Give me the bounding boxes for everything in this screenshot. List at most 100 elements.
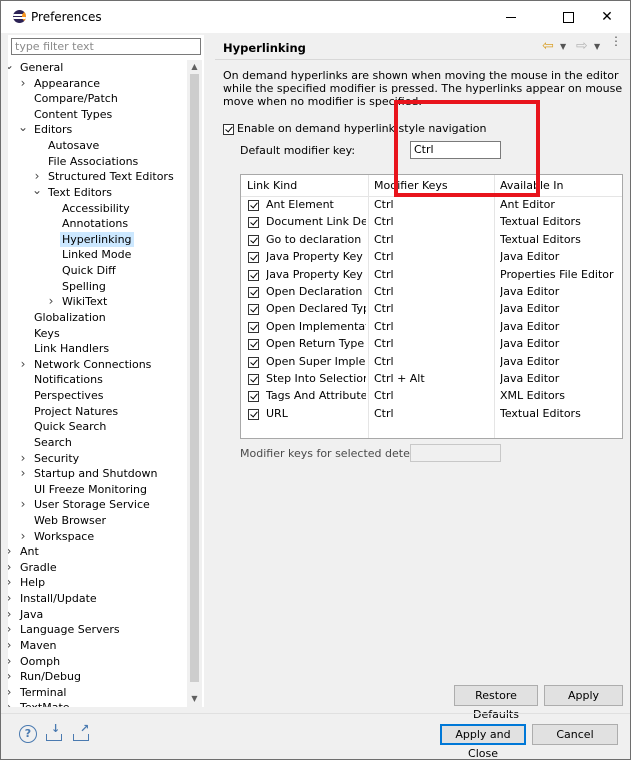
chevron-right-icon[interactable]: ›	[46, 295, 56, 308]
chevron-right-icon[interactable]: ›	[8, 545, 14, 558]
minimize-button[interactable]	[488, 3, 534, 31]
back-dropdown-icon[interactable]: ▼	[560, 42, 566, 51]
chevron-right-icon[interactable]: ›	[18, 467, 28, 480]
tree-item[interactable]: Link Handlers	[34, 341, 109, 356]
tree-item[interactable]: File Associations	[48, 154, 138, 169]
tree-item[interactable]: Hyperlinking	[60, 231, 134, 247]
row-checkbox[interactable]	[248, 374, 259, 385]
tree-item[interactable]: Workspace	[34, 529, 94, 544]
chevron-right-icon[interactable]: ›	[18, 451, 28, 465]
table-row[interactable]: Open Declaration Ctrl Java Editor	[241, 284, 622, 301]
tree-item[interactable]: User Storage Service	[34, 497, 150, 512]
tree-item[interactable]: Spelling	[62, 279, 106, 294]
cancel-button[interactable]: Cancel	[532, 724, 618, 745]
table-row[interactable]: Open Return Type Ctrl Java Editor	[241, 336, 622, 353]
tree-item[interactable]: Terminal	[20, 685, 67, 700]
tree-item[interactable]: Web Browser	[34, 513, 106, 528]
row-checkbox[interactable]	[248, 391, 259, 403]
row-checkbox[interactable]	[248, 356, 259, 368]
table-row[interactable]: Go to declaration Ctrl Textual Editors	[241, 232, 622, 249]
import-icon[interactable]: ↓	[46, 722, 64, 741]
forward-arrow-icon[interactable]: ⇨	[576, 38, 588, 54]
tree-item[interactable]: Linked Mode	[62, 247, 131, 262]
chevron-right-icon[interactable]: ›	[18, 529, 28, 543]
chevron-right-icon[interactable]: ›	[8, 670, 14, 683]
tree-item[interactable]: Project Natures	[34, 404, 118, 419]
row-checkbox[interactable]	[248, 408, 259, 420]
tree-item[interactable]: Notifications	[34, 372, 103, 387]
export-icon[interactable]: ↗	[73, 722, 91, 741]
chevron-right-icon[interactable]: ›	[8, 623, 14, 636]
chevron-down-icon[interactable]: ⌄	[32, 184, 42, 196]
chevron-right-icon[interactable]: ›	[18, 76, 28, 90]
apply-and-close-button[interactable]: Apply and Close	[440, 724, 526, 759]
tree-item[interactable]: Language Servers	[20, 622, 120, 637]
table-row[interactable]: Tags And Attributes Ctrl XML Editors	[241, 388, 622, 405]
tree-item[interactable]: UI Freeze Monitoring	[34, 482, 147, 497]
tree-item[interactable]: Appearance	[34, 76, 100, 91]
tree-item[interactable]: Help	[20, 575, 45, 590]
tree-item[interactable]: Java	[20, 607, 43, 622]
tree-scrollbar[interactable]: ▲ ▼	[187, 60, 202, 707]
forward-dropdown-icon[interactable]: ▼	[594, 42, 600, 51]
tree-item[interactable]: Keys	[34, 326, 60, 341]
table-row[interactable]: URL Ctrl Textual Editors	[241, 406, 622, 423]
chevron-right-icon[interactable]: ›	[32, 170, 42, 183]
chevron-right-icon[interactable]: ›	[8, 701, 14, 707]
row-checkbox[interactable]	[248, 287, 259, 298]
table-row[interactable]: Ant Element Ctrl Ant Editor	[241, 197, 622, 214]
scroll-down-icon[interactable]: ▼	[187, 694, 202, 703]
chevron-right-icon[interactable]: ›	[8, 560, 14, 574]
scrollbar-thumb[interactable]	[190, 74, 199, 682]
chevron-right-icon[interactable]: ›	[8, 654, 14, 668]
tree-item[interactable]: Search	[34, 435, 72, 450]
tree-item[interactable]: Autosave	[48, 138, 99, 153]
row-checkbox[interactable]	[248, 339, 259, 351]
table-row[interactable]: Open Super Imple... Ctrl Java Editor	[241, 354, 622, 371]
tree-item[interactable]: Globalization	[34, 310, 106, 325]
chevron-right-icon[interactable]: ›	[8, 685, 14, 699]
tree-item[interactable]: General	[20, 60, 63, 75]
chevron-down-icon[interactable]: ⌄	[8, 60, 14, 71]
tree-item[interactable]: Quick Search	[34, 419, 106, 434]
restore-defaults-button[interactable]: Restore Defaults	[454, 685, 538, 721]
tree-item[interactable]: TextMate	[20, 700, 70, 707]
tree-item[interactable]: Gradle	[20, 560, 57, 575]
tree-item[interactable]: WikiText	[62, 294, 107, 309]
tree-item[interactable]: Run/Debug	[20, 669, 81, 684]
apply-button[interactable]: Apply	[544, 685, 623, 706]
table-row[interactable]: Open Implementati... Ctrl Java Editor	[241, 319, 622, 336]
tree-item[interactable]: Quick Diff	[62, 263, 116, 278]
preference-tree[interactable]: ⌄General›AppearanceCompare/PatchContent …	[8, 60, 187, 707]
chevron-right-icon[interactable]: ›	[18, 498, 28, 511]
table-row[interactable]: Open Declared Type Ctrl Java Editor	[241, 301, 622, 318]
column-link-kind[interactable]: Link Kind	[247, 179, 297, 192]
tree-item[interactable]: Perspectives	[34, 388, 103, 403]
chevron-right-icon[interactable]: ›	[18, 357, 28, 371]
title-bar[interactable]: Preferences ✕	[1, 1, 630, 33]
chevron-right-icon[interactable]: ›	[8, 592, 14, 605]
tree-item[interactable]: Startup and Shutdown	[34, 466, 157, 481]
tree-item[interactable]: Accessibility	[62, 201, 130, 216]
close-button[interactable]: ✕	[584, 3, 630, 31]
row-checkbox[interactable]	[248, 321, 259, 333]
enable-hyperlink-checkbox[interactable]	[223, 124, 234, 135]
tree-item[interactable]: Text Editors	[48, 185, 112, 200]
detector-modifier-field[interactable]	[410, 444, 501, 462]
tree-item[interactable]: Editors	[34, 122, 72, 137]
chevron-right-icon[interactable]: ›	[8, 638, 14, 652]
tree-item[interactable]: Content Types	[34, 107, 112, 122]
tree-item[interactable]: Install/Update	[20, 591, 97, 606]
table-row[interactable]: Java Property Key Ctrl Java Editor	[241, 249, 622, 266]
tree-item[interactable]: Structured Text Editors	[48, 169, 174, 184]
chevron-down-icon[interactable]: ⌄	[18, 121, 28, 133]
chevron-right-icon[interactable]: ›	[8, 576, 14, 589]
row-checkbox[interactable]	[248, 252, 259, 264]
filter-input[interactable]	[11, 38, 201, 55]
row-checkbox[interactable]	[248, 304, 259, 316]
tree-item[interactable]: Ant	[20, 544, 39, 559]
tree-item[interactable]: Maven	[20, 638, 56, 653]
table-row[interactable]: Java Property Key Ctrl Properties File Edi…	[241, 267, 622, 284]
view-menu-icon[interactable]: ⋮	[610, 35, 622, 47]
back-arrow-icon[interactable]: ⇦	[542, 38, 554, 54]
